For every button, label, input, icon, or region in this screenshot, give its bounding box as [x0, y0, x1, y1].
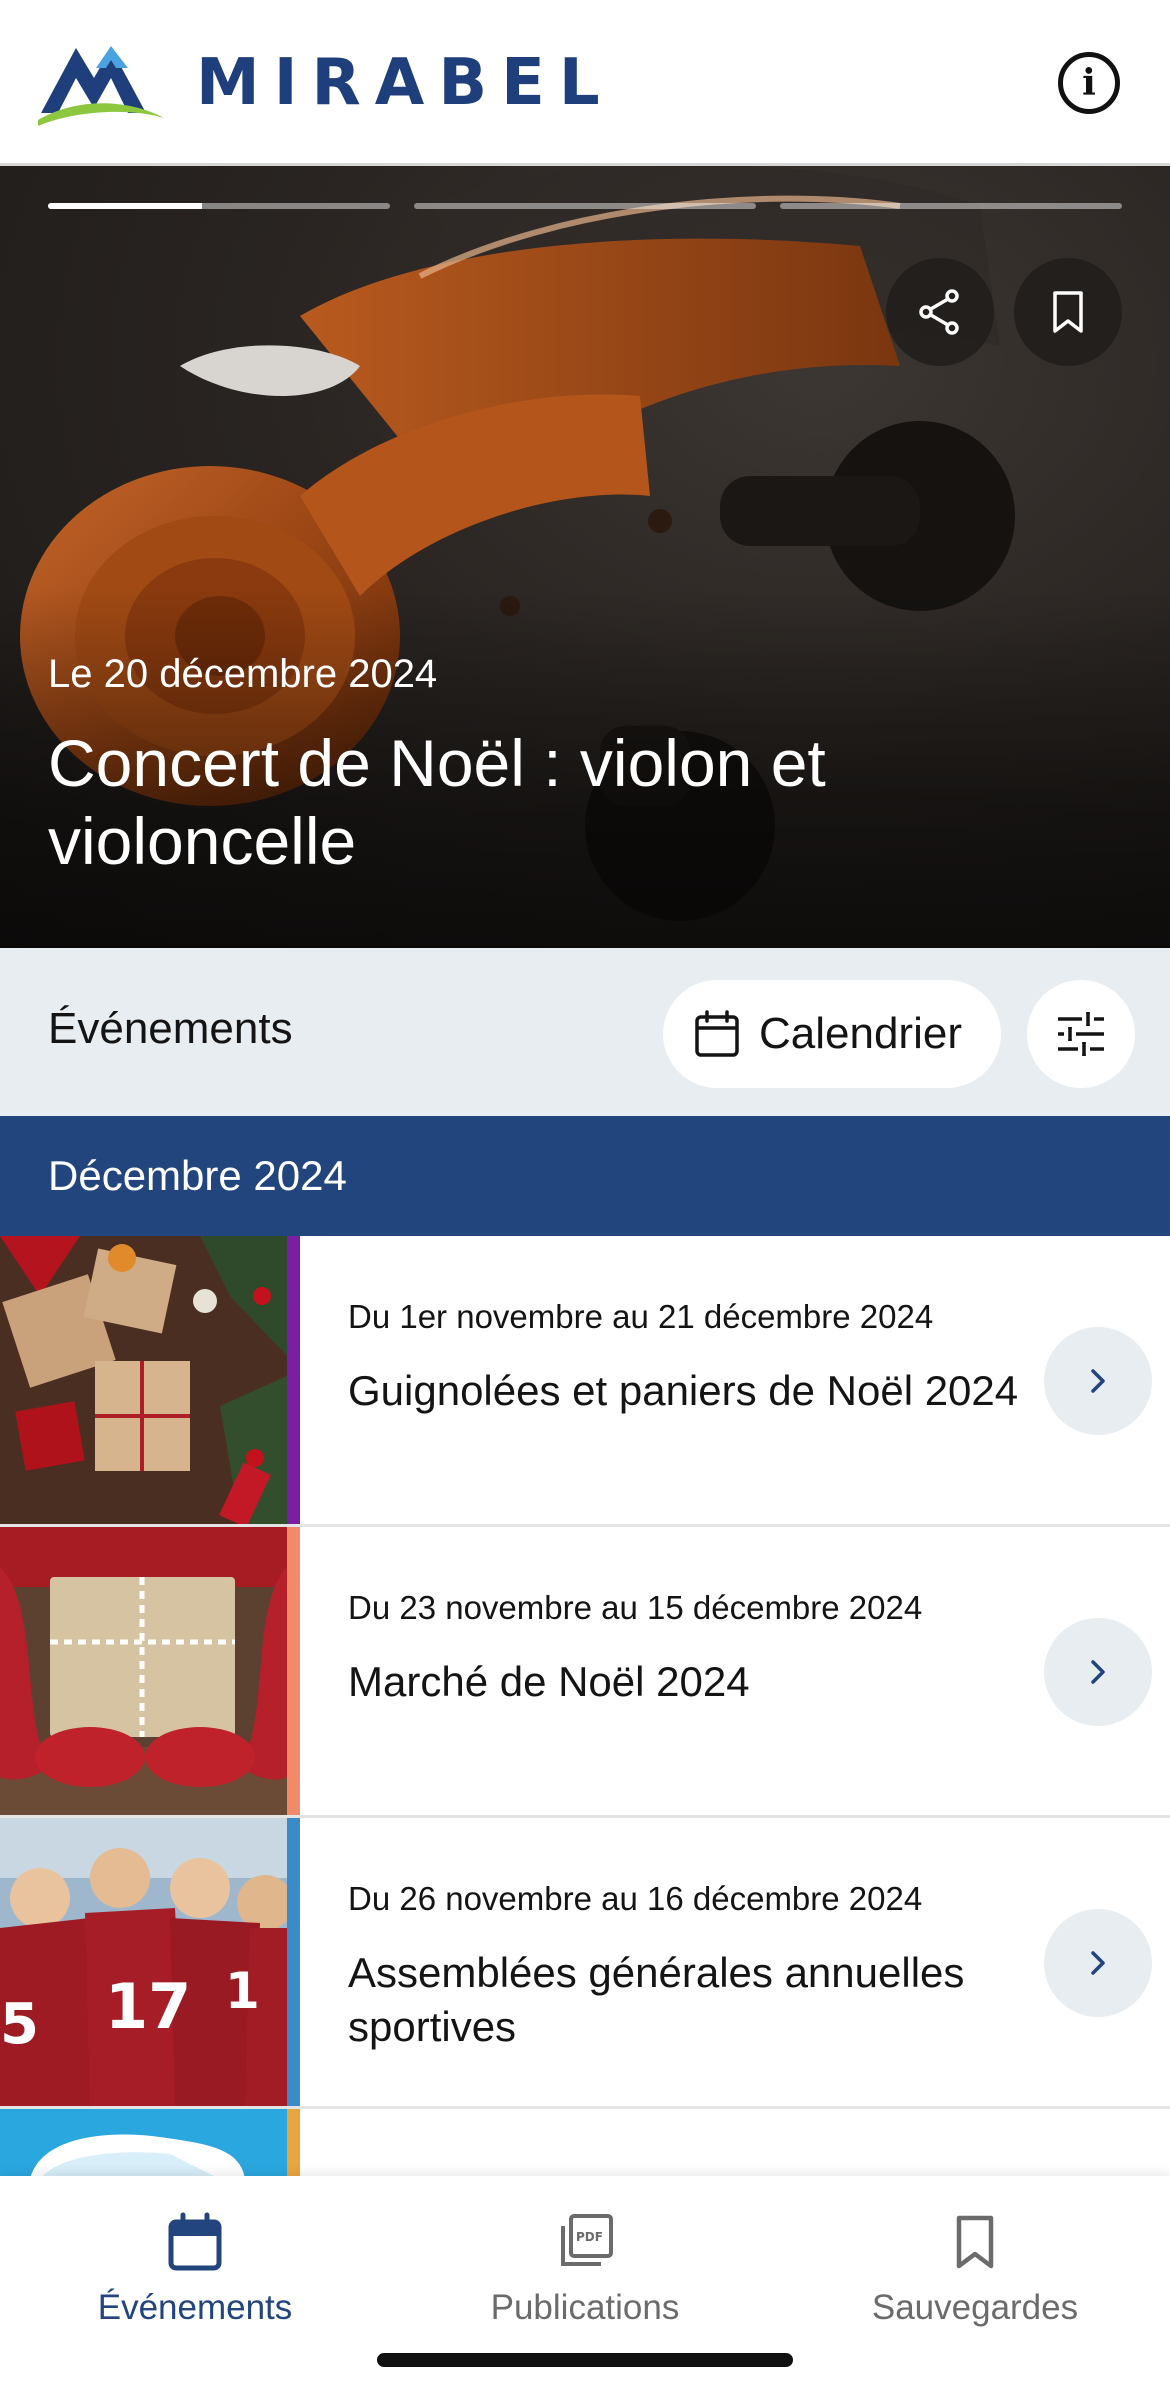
chevron-right-icon: [1091, 1660, 1105, 1684]
bookmark-icon: [1053, 291, 1083, 333]
event-category-stripe: [287, 1236, 300, 1524]
section-title: Événements: [48, 1004, 293, 1053]
info-button[interactable]: i: [1058, 52, 1120, 114]
event-title: Marché de Noël 2024: [348, 1658, 750, 1705]
hero-actions: [886, 258, 1122, 366]
event-item[interactable]: Du 1er novembre au 21 décembre 2024 Guig…: [0, 1236, 1170, 1527]
event-thumbnail: [0, 1527, 287, 1815]
gift-in-mittens-photo: [0, 1527, 287, 1815]
calendar-icon: [168, 2212, 222, 2271]
event-date: Du 26 novembre au 16 décembre 2024: [348, 1880, 923, 1917]
open-event-button[interactable]: [1044, 1618, 1152, 1726]
svg-text:17: 17: [105, 1970, 191, 2043]
mirabel-logo[interactable]: MIRABEL: [36, 38, 614, 128]
pdf-icon: PDF: [561, 2214, 613, 2266]
events-toolbar: Événements Calendrier: [0, 948, 1170, 1116]
open-event-button[interactable]: [1044, 1909, 1152, 2017]
calendar-button[interactable]: Calendrier: [663, 980, 1001, 1088]
gifts-photo: [0, 1236, 287, 1524]
tab-publications[interactable]: PDF Publications: [390, 2210, 780, 2328]
bookmark-icon: [956, 2215, 994, 2269]
event-category-stripe: [287, 1527, 300, 1815]
tab-label: Sauvegardes: [871, 2288, 1079, 2327]
winter-illustration-photo: [0, 2109, 287, 2179]
carousel-progress-bar: [48, 203, 390, 209]
bookmark-button[interactable]: [1014, 258, 1122, 366]
event-title: Guignolées et paniers de Noël 2024: [348, 1367, 1019, 1414]
featured-event-title[interactable]: Concert de Noël : violon et violoncelle: [48, 724, 1048, 880]
svg-text:PDF: PDF: [576, 2230, 603, 2244]
home-indicator: [377, 2353, 793, 2367]
tab-label: Publications: [490, 2288, 680, 2327]
event-date: Du 23 novembre au 15 décembre 2024: [348, 1589, 923, 1626]
tab-label: Événements: [97, 2288, 293, 2327]
tab-sauvegardes[interactable]: Sauvegardes: [780, 2210, 1170, 2328]
tab-evenements[interactable]: Événements: [0, 2210, 390, 2328]
app-header: MIRABEL i: [0, 0, 1170, 166]
event-date: Du 1er novembre au 21 décembre 2024: [348, 1298, 934, 1335]
calendar-button-label: Calendrier: [759, 1009, 962, 1058]
carousel-progress-bar: [780, 203, 1122, 209]
share-button[interactable]: [886, 258, 994, 366]
event-category-stripe: [287, 2109, 300, 2179]
filter-button[interactable]: [1027, 980, 1135, 1088]
event-item[interactable]: [0, 2109, 1170, 2179]
carousel-progress: [48, 203, 1122, 209]
open-event-button[interactable]: [1044, 1327, 1152, 1435]
sliders-icon: [1058, 1012, 1104, 1056]
svg-text:5: 5: [0, 1992, 39, 2057]
chevron-right-icon: [1091, 1369, 1105, 1393]
event-item[interactable]: 17 5 1 Du 26 novembre au 16 décembre 202…: [0, 1818, 1170, 2109]
carousel-progress-bar: [414, 203, 756, 209]
event-category-stripe: [287, 1818, 300, 2106]
featured-event-carousel[interactable]: Le 20 décembre 2024 Concert de Noël : vi…: [0, 166, 1170, 948]
event-list: Du 1er novembre au 21 décembre 2024 Guig…: [0, 1236, 1170, 2179]
logo-wordmark: MIRABEL: [196, 46, 614, 120]
mirabel-logo-icon: [38, 46, 164, 126]
share-icon: [919, 289, 959, 335]
calendar-icon: [695, 1010, 739, 1057]
month-header: Décembre 2024: [0, 1116, 1170, 1236]
event-title: Assemblées générales annuelles sportives: [348, 1949, 965, 2050]
event-thumbnail: [0, 2109, 287, 2179]
event-thumbnail: 17 5 1: [0, 1818, 287, 2106]
sports-team-photo: 17 5 1: [0, 1818, 287, 2106]
info-icon: i: [1082, 62, 1096, 104]
svg-text:1: 1: [225, 1962, 260, 2020]
featured-event-date: Le 20 décembre 2024: [48, 652, 438, 696]
month-label: Décembre 2024: [48, 1152, 347, 1199]
chevron-right-icon: [1091, 1951, 1105, 1975]
event-thumbnail: [0, 1236, 287, 1524]
event-item[interactable]: Du 23 novembre au 15 décembre 2024 March…: [0, 1527, 1170, 1818]
